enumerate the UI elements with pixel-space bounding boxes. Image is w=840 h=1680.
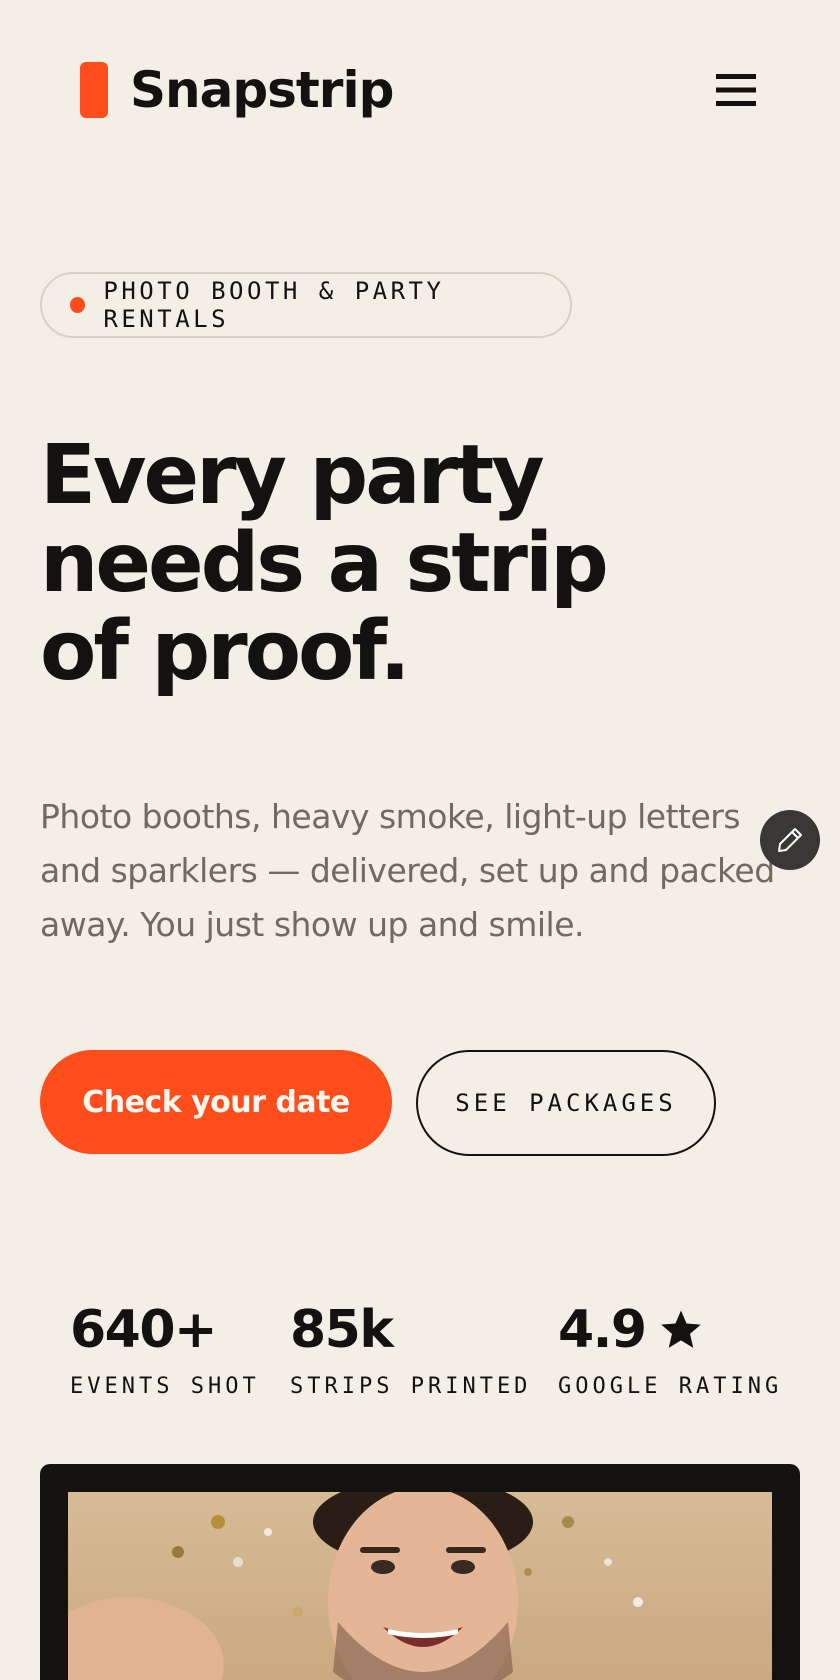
headline-line-2: needs a strip <box>40 516 609 611</box>
brand-name: Snapstrip <box>130 61 394 119</box>
stat-value-rating: 4.9 <box>558 1300 782 1360</box>
hero-headline: Every party needs a strip of proof. <box>40 432 760 696</box>
site-header: Snapstrip <box>80 60 760 120</box>
badge-text: PHOTO BOOTH & PARTY RENTALS <box>103 277 445 333</box>
smiling-man-confetti-photo <box>68 1492 772 1680</box>
photo-card <box>40 1464 800 1680</box>
brand-logo[interactable]: Snapstrip <box>80 61 394 119</box>
stat-events: 640+ EVENTS SHOT <box>70 1300 260 1399</box>
stat-value: 85k <box>290 1300 394 1360</box>
headline-line-3: of proof. <box>40 604 411 699</box>
brand-mark-icon <box>80 62 108 118</box>
hamburger-menu-icon <box>716 74 756 106</box>
stat-value: 640+ <box>70 1300 218 1360</box>
stat-label: EVENTS SHOT <box>70 1374 260 1399</box>
badge-dot-icon <box>70 297 86 313</box>
stat-strips: 85k STRIPS PRINTED <box>290 1300 531 1399</box>
stat-label: STRIPS PRINTED <box>290 1374 532 1399</box>
headline-line-1: Every party <box>40 428 545 523</box>
photo-illustration <box>68 1492 643 1680</box>
menu-button[interactable] <box>712 66 760 114</box>
edit-button[interactable] <box>760 810 820 870</box>
pencil-icon <box>778 828 802 852</box>
stat-label: GOOGLE RATING <box>558 1374 783 1399</box>
check-date-button[interactable]: Check your date <box>40 1050 392 1154</box>
category-badge: PHOTO BOOTH & PARTY RENTALS <box>40 272 572 338</box>
stats-row: 640+ EVENTS SHOT 85k STRIPS PRINTED 4.9 … <box>70 1300 790 1410</box>
rating-value: 4.9 <box>558 1300 647 1360</box>
stat-rating: 4.9 GOOGLE RATING <box>558 1300 782 1399</box>
hero-subtext: Photo booths, heavy smoke, light-up lett… <box>40 797 775 944</box>
star-icon <box>660 1310 701 1348</box>
see-packages-button[interactable]: SEE PACKAGES <box>416 1050 716 1156</box>
page: Snapstrip PHOTO BOOTH & PARTY RENTALS Ev… <box>0 0 840 1680</box>
